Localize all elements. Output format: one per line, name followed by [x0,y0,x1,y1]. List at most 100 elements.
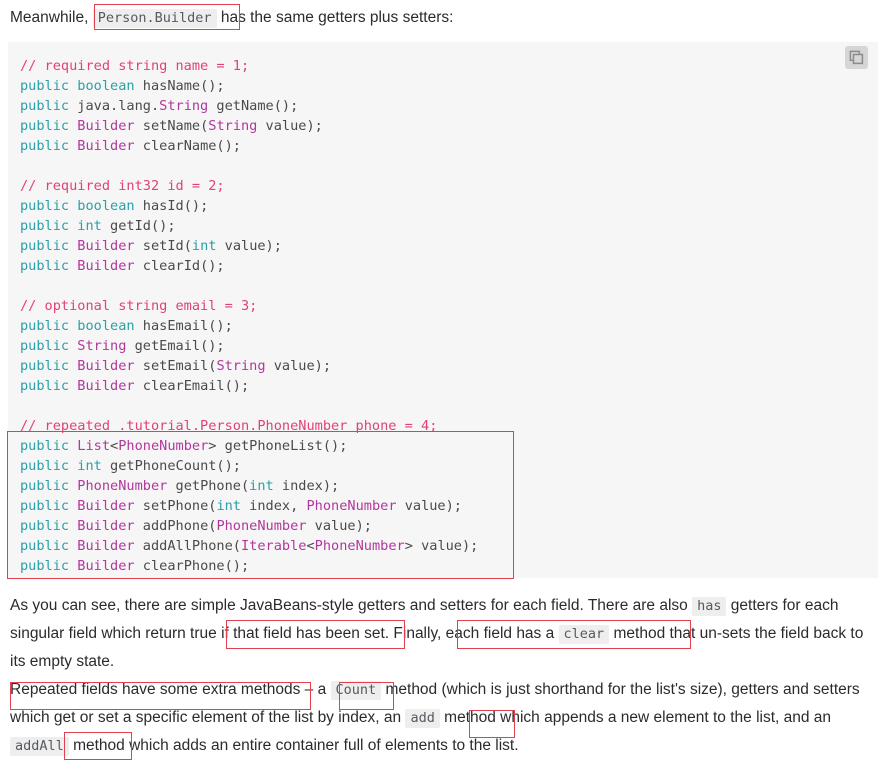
code-token: // required int32 id = 2; [20,178,225,194]
code-token: Builder [77,138,135,154]
code-line: public Builder clearEmail(); [20,378,249,394]
code-line: // required string name = 1; [20,58,249,74]
code-token: // required string name = 1; [20,58,250,74]
code-token: Builder [77,118,135,134]
code-token: getPhoneCount(); [101,458,241,474]
code-token: getId(); [101,218,176,234]
code-token: setId( [134,238,192,254]
body-paragraph-2: Repeated fields have some extra methods … [10,676,876,760]
code-line: public Builder clearId(); [20,258,225,274]
code-token: Builder [77,518,135,534]
code-line: public PhoneNumber getPhone(int index); [20,478,339,494]
code-token: addAllPhone( [134,538,241,554]
code-token: value); [216,238,282,254]
inline-code-count: Count [330,681,382,700]
code-token: index, [241,498,307,514]
code-token: int [191,238,217,254]
code-token: public [20,538,70,554]
code-token: // optional string email = 3; [20,298,258,314]
code-token: PhoneNumber [118,438,209,454]
code-line: public Builder clearPhone(); [20,558,249,574]
copy-code-button[interactable] [845,46,868,69]
code-token: getName(); [208,98,299,114]
code-token: public [20,138,70,154]
code-token: public [20,458,70,474]
code-token: List [77,438,111,454]
code-token: PhoneNumber [216,518,307,534]
inline-code-has: has [692,597,727,616]
code-line: public Builder setEmail(String value); [20,358,331,374]
code-token: Builder [77,258,135,274]
code-line: // optional string email = 3; [20,298,257,314]
body-paragraph-1: As you can see, there are simple JavaBea… [10,592,872,676]
body2-segment-3: method which appends a new element to th… [439,709,832,726]
code-line: public java.lang.String getName(); [20,98,298,114]
code-line: public int getPhoneCount(); [20,458,241,474]
code-token: public [20,238,70,254]
code-token: int [77,458,102,474]
code-token: int [216,498,241,514]
code-token: String [208,118,258,134]
code-token: boolean [77,318,135,334]
code-token: String [77,338,127,354]
code-token: boolean [77,78,135,94]
code-token: setEmail( [134,358,217,374]
code-line: public String getEmail(); [20,338,225,354]
code-token: hasEmail(); [134,318,233,334]
code-token: public [20,478,70,494]
body1-segment-1: As you can see, there are simple JavaBea… [10,597,693,614]
code-line: public Builder setName(String value); [20,118,323,134]
code-token: value); [306,518,372,534]
code-line: public boolean hasEmail(); [20,318,233,334]
intro-text-before: Meanwhile, [10,9,93,26]
code-token: PhoneNumber [306,498,397,514]
code-token: boolean [77,198,135,214]
code-token: index); [273,478,340,494]
code-token: // repeated .tutorial.Person.PhoneNumber… [20,418,438,434]
code-line: public int getId(); [20,218,176,234]
code-block: // required string name = 1; public bool… [8,42,878,578]
code-token: public [20,318,70,334]
code-token: Builder [77,538,135,554]
code-token: Builder [77,558,135,574]
intro-paragraph: Meanwhile, Person.Builder has the same g… [10,4,870,32]
code-token: public [20,378,70,394]
code-line: // required int32 id = 2; [20,178,225,194]
code-token: value); [265,358,332,374]
code-token: java.lang. [77,98,160,114]
code-token: String [216,358,266,374]
code-content: // required string name = 1; public bool… [20,56,862,576]
inline-code-clear: clear [558,625,610,644]
code-token: public [20,498,70,514]
code-token: public [20,118,70,134]
code-token: clearName(); [134,138,241,154]
code-line: // repeated .tutorial.Person.PhoneNumber… [20,418,437,434]
code-token: public [20,558,70,574]
body2-segment-4: method which adds an entire container fu… [68,737,519,754]
code-token: Builder [77,238,135,254]
code-token: public [20,78,70,94]
copy-icon [849,50,864,65]
code-token: hasId(); [134,198,209,214]
inline-code-add: add [405,709,440,728]
code-token: Builder [77,378,135,394]
code-token: public [20,518,70,534]
code-token: clearPhone(); [134,558,250,574]
code-line: public Builder setPhone(int index, Phone… [20,498,462,514]
code-token: int [77,218,102,234]
inline-code-addall: addAll [10,737,69,756]
code-token: Builder [77,498,135,514]
code-token: setPhone( [134,498,217,514]
code-line: public Builder addPhone(PhoneNumber valu… [20,518,372,534]
code-token: public [20,338,70,354]
code-token: < [306,538,315,554]
code-token: value); [396,498,462,514]
code-token: public [20,358,70,374]
code-token: addPhone( [134,518,217,534]
code-line: public Builder clearName(); [20,138,241,154]
inline-code-person-builder: Person.Builder [92,9,217,28]
code-token: public [20,218,70,234]
code-token: PhoneNumber [314,538,405,554]
code-token: getEmail(); [126,338,225,354]
code-token: > getPhoneList(); [208,438,348,454]
